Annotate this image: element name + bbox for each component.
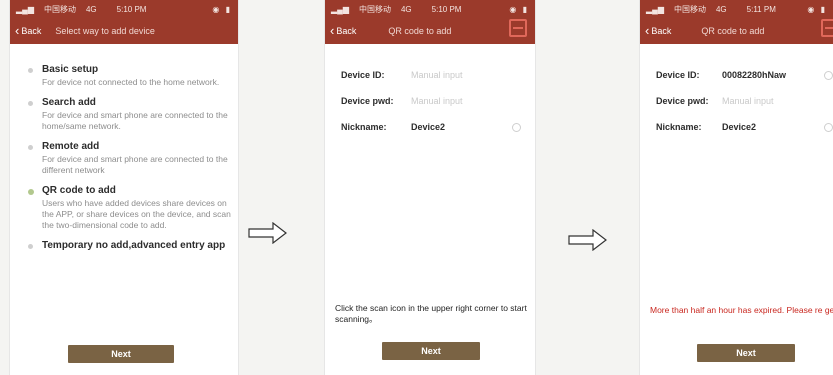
clear-icon[interactable] (512, 122, 521, 132)
option-desc: For device not connected to the home net… (42, 77, 220, 87)
device-form: Device ID: Manual input Device pwd: Manu… (325, 44, 535, 140)
arrow-right-icon (248, 222, 287, 244)
option-search-add[interactable]: Search add For device and smart phone ar… (26, 97, 238, 132)
page-title: QR code to add (701, 26, 765, 36)
clock: 5:10 PM (116, 4, 147, 14)
screen-qr-code-add: ▂▄▆ 中国移动 4G 5:10 PM ◉ ▮ ‹ Back QR code t… (325, 0, 535, 375)
bullet-icon (28, 145, 33, 150)
network-label: 4G (715, 4, 727, 14)
back-label: Back (651, 26, 672, 36)
carrier-label: 中国移动 (673, 4, 706, 14)
option-title: Temporary no add,advanced entry app (42, 240, 226, 251)
next-button[interactable]: Next (68, 345, 174, 363)
battery-icon: ◉ ▮ (212, 4, 232, 14)
clock: 5:11 PM (746, 4, 776, 14)
screen-select-add-way: ▂▄▆ 中国移动 4G 5:10 PM ◉ ▮ ‹ Back Select wa… (10, 0, 238, 375)
back-button[interactable]: ‹ Back (645, 22, 672, 38)
option-title: Search add (42, 97, 96, 108)
device-pwd-row: Device pwd: Manual input (656, 88, 833, 114)
nickname-row: Nickname: Device2 (656, 114, 833, 140)
chevron-left-icon: ‹ (645, 22, 650, 38)
selected-bullet-icon (28, 189, 34, 195)
scan-icon[interactable] (509, 19, 527, 37)
option-qr-code-add[interactable]: QR code to add Users who have added devi… (26, 185, 238, 231)
signal-icon: ▂▄▆ (16, 4, 34, 14)
page-title: Select way to add device (55, 26, 155, 36)
scan-hint: Click the scan icon in the upper right c… (335, 303, 527, 324)
device-id-input[interactable]: Manual input (411, 70, 463, 80)
bullet-icon (28, 101, 33, 106)
carrier-label: 中国移动 (358, 4, 391, 14)
option-desc: Users who have added devices share devic… (42, 198, 231, 230)
device-id-label: Device ID: (656, 70, 700, 80)
device-pwd-label: Device pwd: (656, 96, 709, 106)
option-basic-setup[interactable]: Basic setup For device not connected to … (26, 64, 238, 88)
nickname-input[interactable]: Device2 (411, 122, 445, 132)
network-label: 4G (85, 4, 97, 14)
error-message: More than half an hour has expired. Plea… (650, 305, 833, 315)
device-id-row: Device ID: Manual input (341, 62, 535, 88)
header-bar: ▂▄▆ 中国移动 4G 5:11 PM ◉ ▮ ‹ Back QR code t… (640, 0, 833, 44)
option-title: QR code to add (42, 185, 116, 196)
option-desc: For device and smart phone are connected… (42, 110, 228, 131)
device-pwd-input[interactable]: Manual input (722, 96, 774, 106)
device-id-row: Device ID: 00082280hNaw (656, 62, 833, 88)
header-bar: ▂▄▆ 中国移动 4G 5:10 PM ◉ ▮ ‹ Back Select wa… (10, 0, 238, 44)
clock: 5:10 PM (431, 4, 462, 14)
signal-icon: ▂▄▆ (646, 4, 664, 14)
device-id-label: Device ID: (341, 70, 385, 80)
battery-icon: ◉ ▮ (807, 4, 827, 14)
clear-icon[interactable] (824, 70, 833, 80)
carrier-label: 中国移动 (43, 4, 76, 14)
page-title: QR code to add (388, 26, 452, 36)
add-options-list: Basic setup For device not connected to … (10, 44, 238, 251)
chevron-left-icon: ‹ (15, 22, 20, 38)
header-bar: ▂▄▆ 中国移动 4G 5:10 PM ◉ ▮ ‹ Back QR code t… (325, 0, 535, 44)
option-temporary-no-add[interactable]: Temporary no add,advanced entry app (26, 240, 238, 251)
option-desc: For device and smart phone are connected… (42, 154, 228, 175)
signal-icon: ▂▄▆ (331, 4, 349, 14)
nickname-input[interactable]: Device2 (722, 122, 756, 132)
scan-icon[interactable] (821, 19, 833, 37)
device-form: Device ID: 00082280hNaw Device pwd: Manu… (640, 44, 833, 140)
next-button[interactable]: Next (382, 342, 480, 360)
clear-icon[interactable] (824, 122, 833, 132)
device-pwd-input[interactable]: Manual input (411, 96, 463, 106)
option-remote-add[interactable]: Remote add For device and smart phone ar… (26, 141, 238, 176)
bullet-icon (28, 68, 33, 73)
arrow-right-icon (568, 229, 607, 251)
bullet-icon (28, 244, 33, 249)
battery-icon: ◉ ▮ (509, 4, 529, 14)
device-pwd-label: Device pwd: (341, 96, 394, 106)
chevron-left-icon: ‹ (330, 22, 335, 38)
back-label: Back (21, 26, 42, 36)
nickname-label: Nickname: (341, 122, 387, 132)
status-bar: ▂▄▆ 中国移动 4G 5:10 PM ◉ ▮ (325, 0, 535, 18)
device-id-input[interactable]: 00082280hNaw (722, 70, 786, 80)
screen-qr-code-expired: ▂▄▆ 中国移动 4G 5:11 PM ◉ ▮ ‹ Back QR code t… (640, 0, 833, 375)
back-button[interactable]: ‹ Back (15, 22, 42, 38)
nickname-row: Nickname: Device2 (341, 114, 535, 140)
network-label: 4G (400, 4, 412, 14)
back-button[interactable]: ‹ Back (330, 22, 357, 38)
next-button[interactable]: Next (697, 344, 795, 362)
nickname-label: Nickname: (656, 122, 702, 132)
back-label: Back (336, 26, 357, 36)
status-bar: ▂▄▆ 中国移动 4G 5:10 PM ◉ ▮ (10, 0, 238, 18)
device-pwd-row: Device pwd: Manual input (341, 88, 535, 114)
option-title: Basic setup (42, 64, 99, 75)
status-bar: ▂▄▆ 中国移动 4G 5:11 PM ◉ ▮ (640, 0, 833, 18)
option-title: Remote add (42, 141, 100, 152)
